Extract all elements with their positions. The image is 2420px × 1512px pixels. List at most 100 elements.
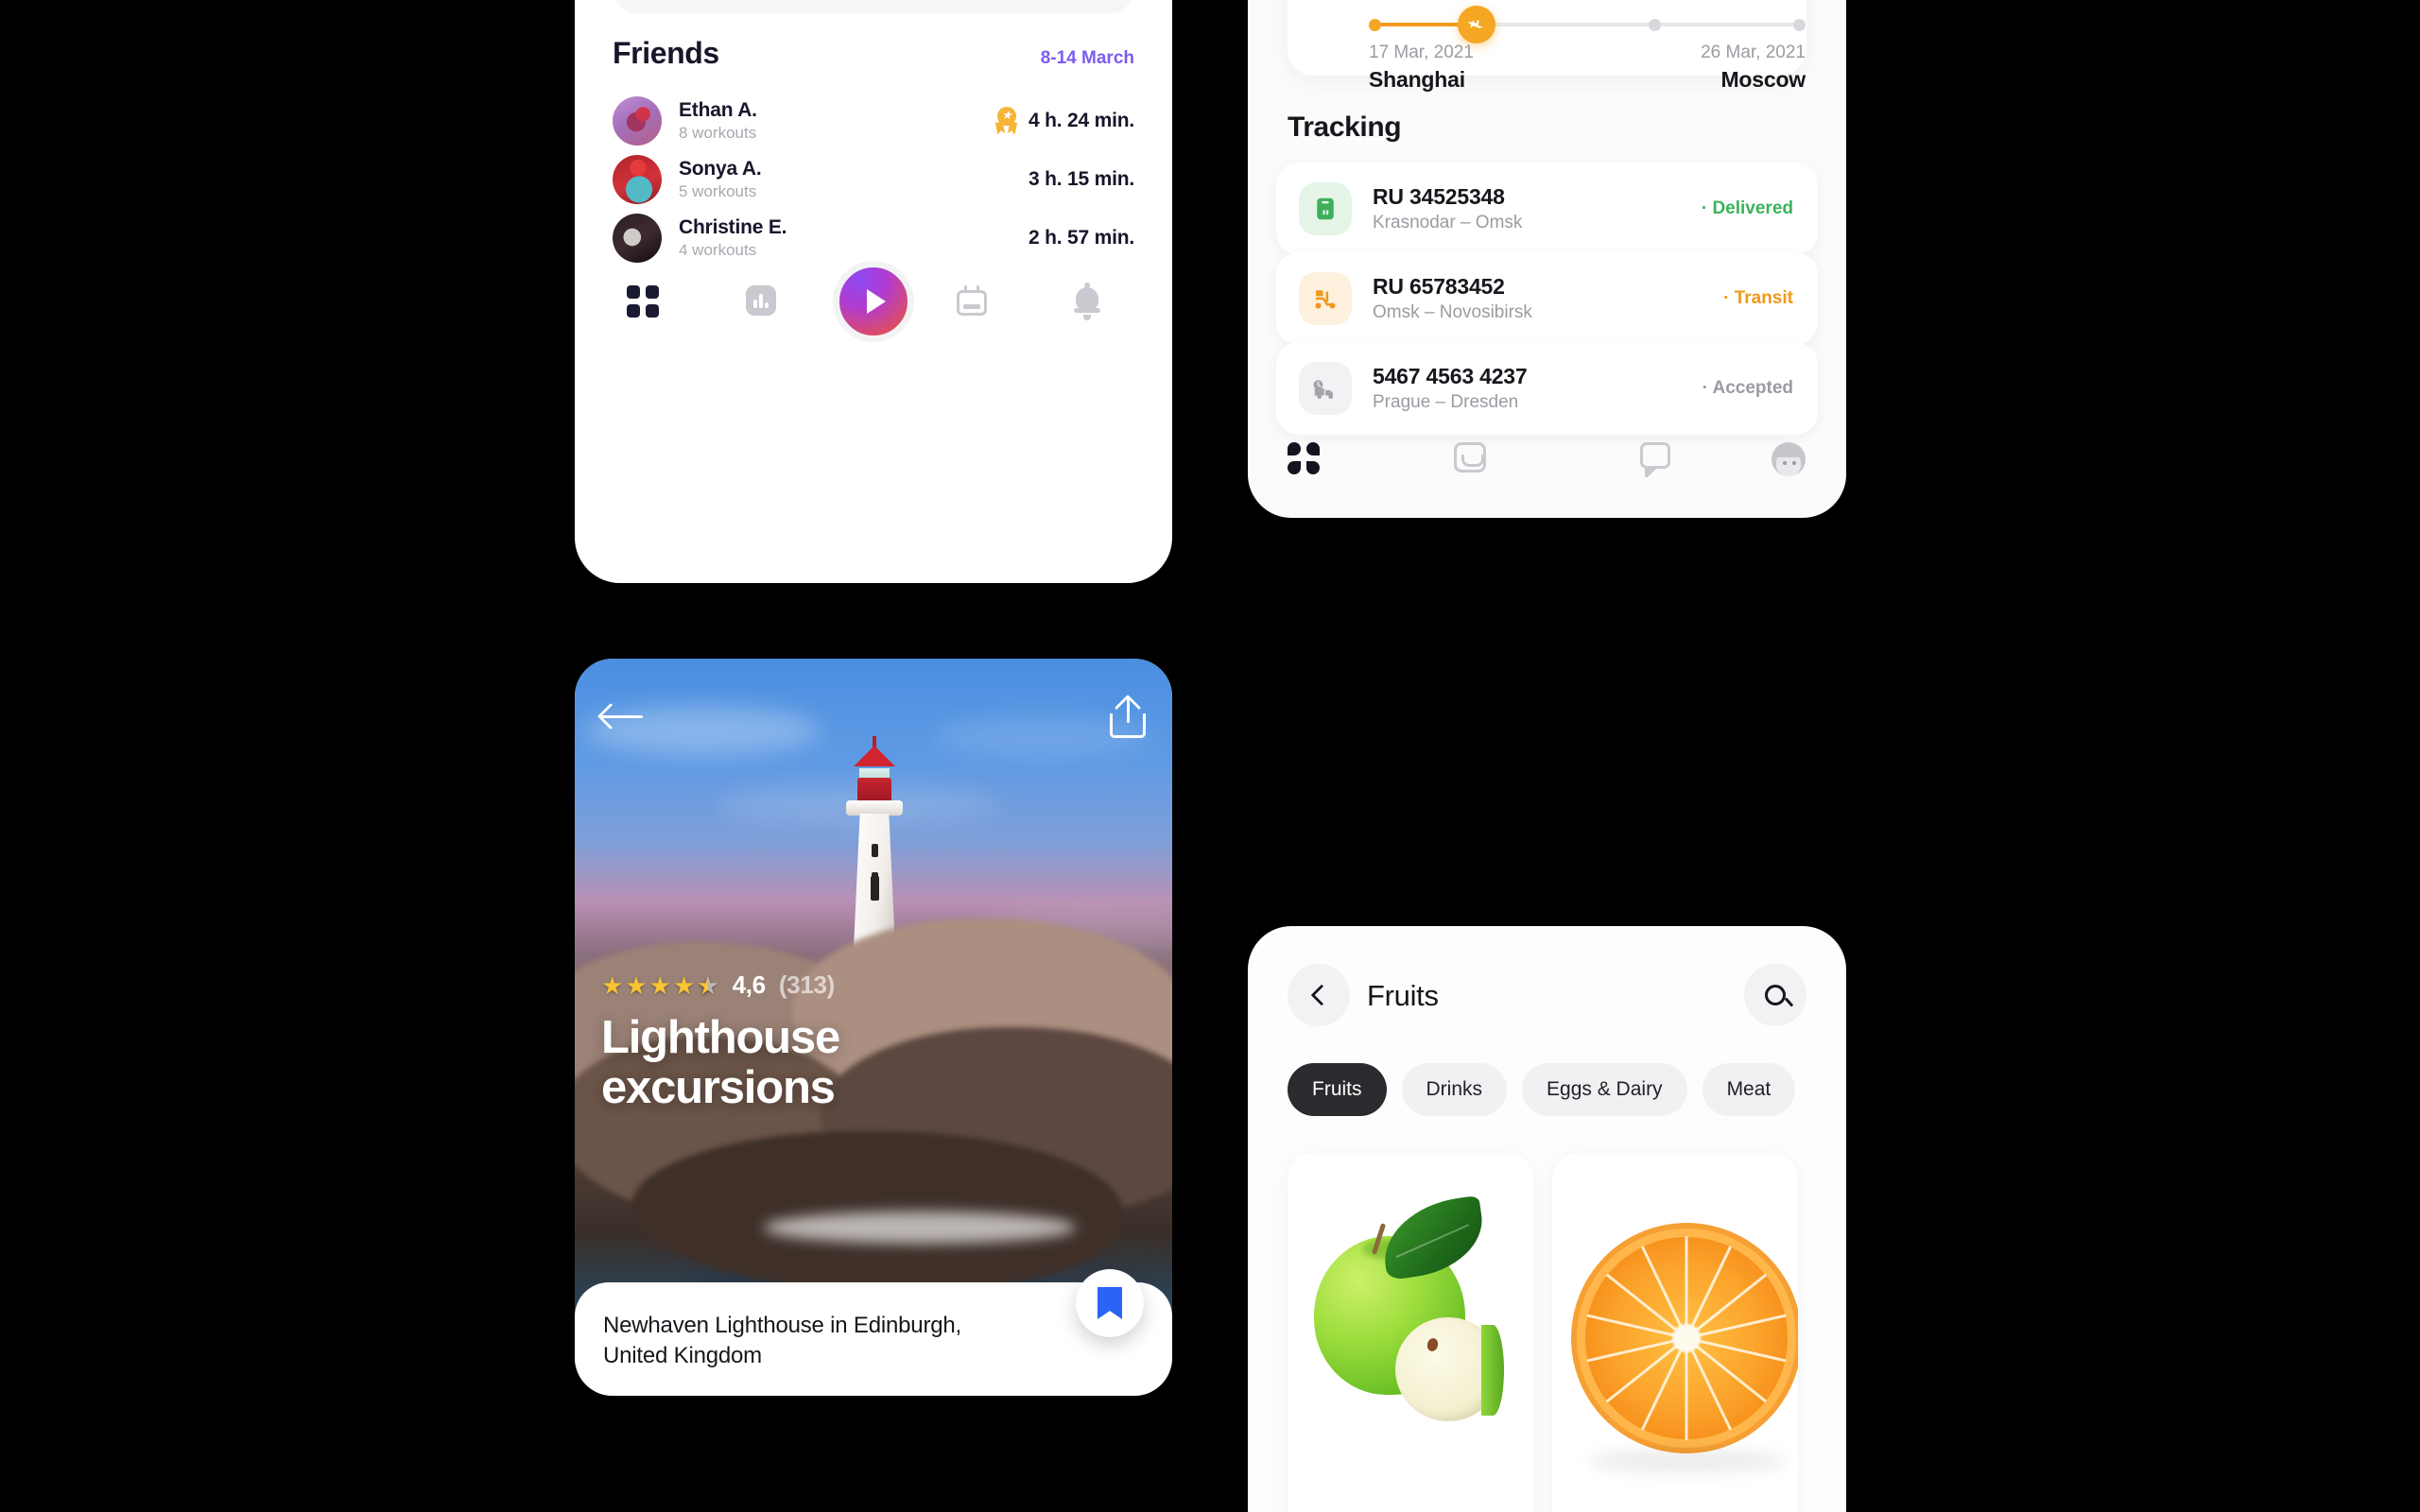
- calendar-icon[interactable]: [957, 285, 987, 316]
- status-badge: · Delivered: [1701, 198, 1793, 218]
- rating-row: ★ ★ ★ ★ ★ 4,6 (313): [601, 971, 835, 1000]
- bell-icon[interactable]: [1073, 283, 1101, 320]
- product-card-orange[interactable]: [1552, 1153, 1798, 1512]
- tracking-route: Krasnodar – Omsk: [1373, 213, 1523, 232]
- grid-icon[interactable]: [1288, 442, 1320, 474]
- friend-workouts: 5 workouts: [679, 182, 757, 200]
- search-icon[interactable]: [1744, 964, 1806, 1026]
- route-endpoints: 17 Mar, 2021 Shanghai 26 Mar, 2021 Mosco…: [1369, 43, 1806, 93]
- header: Fruits: [1288, 964, 1806, 1026]
- star-icon: ★: [648, 971, 671, 1000]
- friend-stats: 3 h. 15 min.: [1028, 168, 1134, 191]
- friend-stats: 4 h. 24 min.: [994, 106, 1134, 135]
- friend-meta: Christine E. 4 workouts: [679, 216, 1028, 260]
- friend-duration: 2 h. 57 min.: [1028, 227, 1134, 249]
- profile-icon[interactable]: [1772, 442, 1806, 476]
- star-icon: ★: [672, 971, 696, 1000]
- status-label: Transit: [1734, 288, 1793, 308]
- share-icon[interactable]: [1110, 694, 1146, 738]
- bar-chart-icon[interactable]: [746, 285, 776, 316]
- tab-drinks[interactable]: Drinks: [1401, 1063, 1508, 1116]
- friend-duration: 3 h. 15 min.: [1028, 168, 1134, 190]
- tab-fruits[interactable]: Fruits: [1288, 1063, 1387, 1116]
- route-hero-card: 17 Mar, 2021 Shanghai 26 Mar, 2021 Mosco…: [1288, 0, 1806, 92]
- shipping-app-card: 17 Mar, 2021 Shanghai 26 Mar, 2021 Mosco…: [1248, 0, 1846, 518]
- table-row[interactable]: 5467 4563 4237 Prague – Dresden · Accept…: [1276, 342, 1818, 435]
- grid-icon[interactable]: [627, 285, 659, 318]
- route-progress-track[interactable]: [1369, 6, 1806, 43]
- page-title: Fruits: [1367, 979, 1439, 1012]
- inbox-icon[interactable]: [1454, 442, 1486, 472]
- rating-count: (313): [778, 971, 836, 999]
- tracking-id: 5467 4563 4237: [1373, 364, 1528, 388]
- status-badge: · Accepted: [1702, 378, 1793, 398]
- tracking-meta: RU 34525348 Krasnodar – Omsk: [1373, 184, 1702, 233]
- list-item[interactable]: Ethan A. 8 workouts 4 h. 24 min.: [613, 91, 1134, 151]
- package-icon: [1299, 182, 1352, 235]
- avatar: [613, 96, 662, 146]
- section-title: Tracking: [1288, 112, 1402, 143]
- tab-eggs-dairy[interactable]: Eggs & Dairy: [1522, 1063, 1687, 1116]
- star-icon: ★: [625, 971, 648, 1000]
- route-origin: 17 Mar, 2021 Shanghai: [1369, 43, 1474, 93]
- chevron-left-icon[interactable]: [1288, 964, 1350, 1026]
- screenshot-canvas: Friends 8-14 March Ethan A. 8 workouts 4…: [0, 0, 2420, 1512]
- avatar: [613, 214, 662, 263]
- play-icon[interactable]: [833, 261, 914, 342]
- star-icon: ★: [601, 971, 624, 1000]
- date-range-link[interactable]: 8-14 March: [1041, 48, 1134, 69]
- list-item[interactable]: Christine E. 4 workouts 2 h. 57 min.: [613, 208, 1134, 268]
- product-card-apple[interactable]: [1288, 1153, 1533, 1512]
- page-title: Friends: [613, 36, 719, 70]
- friend-workouts: 4 workouts: [679, 241, 757, 259]
- list-item[interactable]: Sonya A. 5 workouts 3 h. 15 min.: [613, 149, 1134, 210]
- location-caption: Newhaven Lighthouse in Edinburgh, United…: [603, 1313, 962, 1369]
- orange-segment: [1685, 1236, 1688, 1338]
- page-title: Lighthouse excursions: [601, 1012, 840, 1113]
- travel-detail-card: ★ ★ ★ ★ ★ 4,6 (313) Lighthouseexcursions…: [575, 659, 1172, 1396]
- tracking-id: RU 65783452: [1373, 274, 1505, 299]
- chat-icon[interactable]: [1640, 442, 1670, 477]
- status-label: Accepted: [1712, 378, 1793, 398]
- fitness-app-card: Friends 8-14 March Ethan A. 8 workouts 4…: [575, 0, 1172, 583]
- orange-slice-image: [1577, 1228, 1798, 1472]
- grocery-app-card: Fruits Fruits Drinks Eggs & Dairy Meat: [1248, 926, 1846, 1512]
- tracking-id: RU 34525348: [1373, 184, 1505, 209]
- avatar: [613, 155, 662, 204]
- friend-name: Sonya A.: [679, 158, 762, 180]
- origin-city: Shanghai: [1369, 67, 1465, 92]
- orange-segment: [1685, 1246, 1733, 1339]
- destination-date: 26 Mar, 2021: [1701, 43, 1806, 62]
- orange-segment: [1640, 1246, 1688, 1339]
- green-apple-image: [1314, 1194, 1508, 1434]
- table-row[interactable]: RU 65783452 Omsk – Novosibirsk · Transit: [1276, 252, 1818, 345]
- arrow-left-icon[interactable]: [596, 698, 643, 736]
- orange-segment: [1685, 1337, 1733, 1431]
- tracking-meta: RU 65783452 Omsk – Novosibirsk: [1373, 274, 1723, 323]
- truck-clock-icon: [1299, 362, 1352, 415]
- bookmark-button[interactable]: [1076, 1269, 1144, 1337]
- partial-top-card: [613, 0, 1134, 13]
- bottom-navigation: [1288, 435, 1806, 491]
- friend-meta: Sonya A. 5 workouts: [679, 158, 1028, 201]
- tracking-meta: 5467 4563 4237 Prague – Dresden: [1373, 364, 1703, 413]
- friend-name: Christine E.: [679, 216, 787, 238]
- route-destination: 26 Mar, 2021 Moscow: [1701, 43, 1806, 93]
- bottom-navigation: [613, 261, 1134, 342]
- status-badge: · Transit: [1723, 288, 1793, 308]
- star-half-icon: ★: [697, 973, 718, 998]
- photo-toolbar: [575, 659, 1172, 772]
- airplane-icon: [1458, 6, 1495, 43]
- tracking-route: Omsk – Novosibirsk: [1373, 302, 1532, 322]
- tracking-route: Prague – Dresden: [1373, 392, 1519, 412]
- bookmark-icon: [1098, 1287, 1122, 1319]
- status-label: Delivered: [1712, 198, 1793, 218]
- orange-segment: [1685, 1338, 1688, 1440]
- tab-meat[interactable]: Meat: [1702, 1063, 1796, 1116]
- friend-meta: Ethan A. 8 workouts: [679, 99, 994, 143]
- origin-date: 17 Mar, 2021: [1369, 43, 1474, 62]
- rating-value: 4,6: [732, 971, 767, 999]
- table-row[interactable]: RU 34525348 Krasnodar – Omsk · Delivered: [1276, 163, 1818, 255]
- product-grid: [1288, 1153, 1846, 1512]
- category-tabs: Fruits Drinks Eggs & Dairy Meat: [1288, 1063, 1846, 1116]
